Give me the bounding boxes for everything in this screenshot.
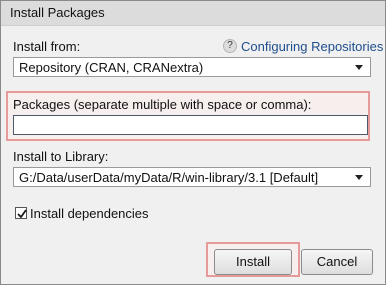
configuring-repositories-link[interactable]: Configuring Repositories [241,39,383,54]
chevron-down-icon [355,175,363,180]
chevron-down-icon [355,65,363,70]
packages-input[interactable] [13,115,368,135]
install-from-selected: Repository (CRAN, CRANextra) [19,60,204,75]
install-from-label: Install from: [13,39,81,54]
library-dropdown[interactable]: G:/Data/userData/myData/R/win-library/3.… [13,167,371,187]
library-label: Install to Library: [13,149,109,164]
help-icon[interactable]: ? [223,39,237,53]
title-bar: Install Packages [1,1,385,26]
cancel-button[interactable]: Cancel [301,249,373,275]
checkmark-icon [17,209,27,219]
install-from-dropdown[interactable]: Repository (CRAN, CRANextra) [13,57,371,77]
install-dependencies-checkbox[interactable] [15,207,27,219]
install-dependencies-label: Install dependencies [30,206,149,221]
install-button[interactable]: Install [214,249,292,275]
install-packages-dialog: Install Packages Install from: ? Configu… [0,0,386,285]
packages-label: Packages (separate multiple with space o… [13,97,312,112]
library-selected: G:/Data/userData/myData/R/win-library/3.… [19,170,319,185]
dialog-title: Install Packages [10,5,105,20]
